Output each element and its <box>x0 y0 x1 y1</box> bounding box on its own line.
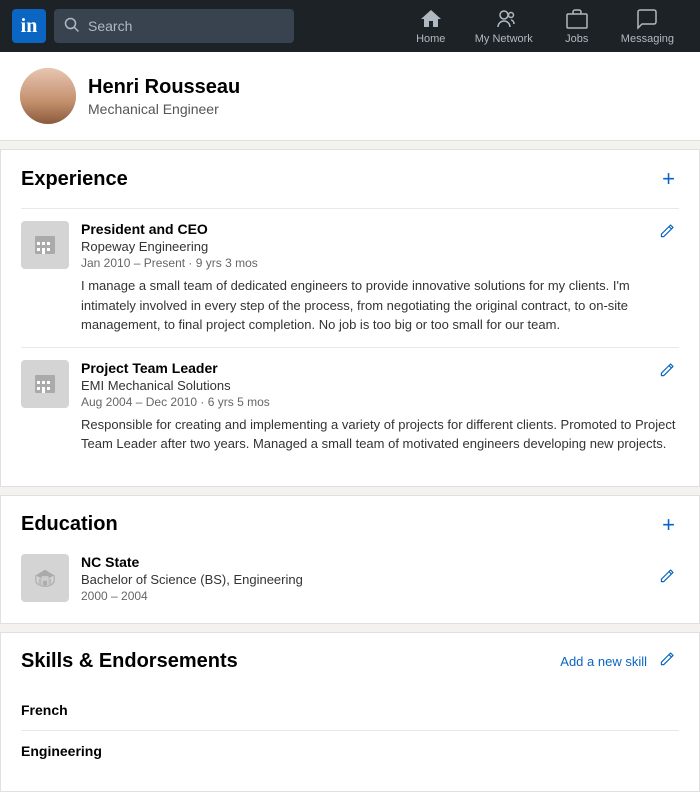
pencil-icon-1 <box>659 223 675 239</box>
exp-title-2: Project Team Leader <box>81 360 679 376</box>
nav-item-network[interactable]: My Network <box>461 0 547 52</box>
profile-title: Mechanical Engineer <box>88 101 240 117</box>
profile-info: Henri Rousseau Mechanical Engineer <box>88 76 240 117</box>
edit-skills-button[interactable] <box>655 649 679 674</box>
search-input[interactable] <box>88 18 284 34</box>
edit-experience-button-2[interactable] <box>655 360 679 385</box>
profile-header: Henri Rousseau Mechanical Engineer <box>0 52 700 141</box>
exp-title-1: President and CEO <box>81 221 679 237</box>
experience-item: President and CEO Ropeway Engineering Ja… <box>21 208 679 347</box>
skill-item: French <box>21 690 679 731</box>
nav-network-label: My Network <box>475 33 533 45</box>
school-icon <box>34 567 56 589</box>
navbar: in Home My Network <box>0 0 700 52</box>
edit-experience-button-1[interactable] <box>655 221 679 246</box>
jobs-icon <box>565 7 589 31</box>
experience-content-2: Project Team Leader EMI Mechanical Solut… <box>81 360 679 454</box>
nav-item-home[interactable]: Home <box>401 0 461 52</box>
nav-jobs-label: Jobs <box>565 33 588 45</box>
edit-experience-1[interactable] <box>655 221 679 246</box>
pencil-icon-2 <box>659 362 675 378</box>
building-icon <box>33 233 57 257</box>
profile-name: Henri Rousseau <box>88 76 240 99</box>
edit-experience-2[interactable] <box>655 360 679 385</box>
edit-education[interactable] <box>655 566 679 591</box>
edu-school: NC State <box>81 554 679 570</box>
exp-desc-1: I manage a small team of dedicated engin… <box>81 276 679 335</box>
exp-desc-2: Responsible for creating and implementin… <box>81 415 679 454</box>
edu-degree: Bachelor of Science (BS), Engineering <box>81 572 679 587</box>
nav-messaging-label: Messaging <box>621 33 674 45</box>
messaging-icon <box>635 7 659 31</box>
experience-actions: + <box>658 166 679 192</box>
pencil-icon-skills <box>659 651 675 667</box>
company-logo-1 <box>21 221 69 269</box>
avatar-image <box>20 68 76 124</box>
edit-education-button[interactable] <box>655 566 679 591</box>
nav-item-messaging[interactable]: Messaging <box>607 0 688 52</box>
education-content: NC State Bachelor of Science (BS), Engin… <box>81 554 679 603</box>
exp-company-1: Ropeway Engineering <box>81 239 679 254</box>
skill-item: Engineering <box>21 731 679 771</box>
pencil-icon-edu <box>659 568 675 584</box>
skills-header: Skills & Endorsements Add a new skill <box>21 649 679 674</box>
education-title: Education <box>21 513 118 536</box>
skills-actions: Add a new skill <box>560 649 679 674</box>
edu-years: 2000 – 2004 <box>81 589 679 603</box>
exp-dates-2: Aug 2004 – Dec 2010 · 6 yrs 5 mos <box>81 395 679 409</box>
add-skill-button[interactable]: Add a new skill <box>560 654 647 669</box>
education-actions: + <box>658 512 679 538</box>
network-icon <box>492 7 516 31</box>
education-section: Education + NC State Bachelor of Science… <box>0 495 700 624</box>
search-icon <box>64 17 80 36</box>
search-bar[interactable] <box>54 9 294 43</box>
add-education-button[interactable]: + <box>658 512 679 538</box>
home-icon <box>419 7 443 31</box>
skills-title: Skills & Endorsements <box>21 650 238 673</box>
skill-name-1: French <box>21 702 68 718</box>
experience-item: Project Team Leader EMI Mechanical Solut… <box>21 347 679 466</box>
education-item: NC State Bachelor of Science (BS), Engin… <box>21 554 679 603</box>
experience-content-1: President and CEO Ropeway Engineering Ja… <box>81 221 679 335</box>
company-logo-2 <box>21 360 69 408</box>
experience-title: Experience <box>21 168 128 191</box>
experience-header: Experience + <box>21 166 679 192</box>
exp-company-2: EMI Mechanical Solutions <box>81 378 679 393</box>
add-experience-button[interactable]: + <box>658 166 679 192</box>
nav-home-label: Home <box>416 33 445 45</box>
building-icon-2 <box>33 372 57 396</box>
nav-item-jobs[interactable]: Jobs <box>547 0 607 52</box>
education-header: Education + <box>21 512 679 538</box>
skills-section: Skills & Endorsements Add a new skill Fr… <box>0 632 700 792</box>
linkedin-logo[interactable]: in <box>12 9 46 43</box>
nav-items: Home My Network Jobs Messaging <box>401 0 688 52</box>
avatar <box>20 68 76 124</box>
exp-dates-1: Jan 2010 – Present · 9 yrs 3 mos <box>81 256 679 270</box>
experience-section: Experience + President and CEO Ropeway E… <box>0 149 700 487</box>
linkedin-logo-text: in <box>21 16 38 36</box>
school-logo <box>21 554 69 602</box>
